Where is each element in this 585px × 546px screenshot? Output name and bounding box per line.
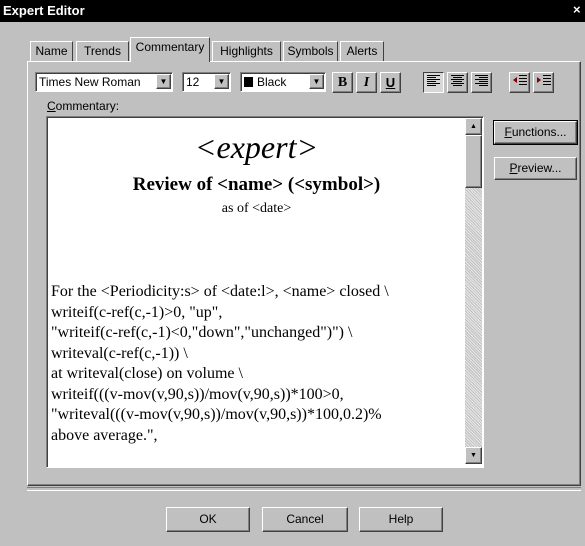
review-date: as of <date> bbox=[221, 201, 292, 216]
commentary-label: Commentary: bbox=[47, 99, 119, 113]
scroll-up-icon[interactable]: ▲ bbox=[465, 118, 482, 135]
body-line: "writeval(((v-mov(v,90,s))/mov(v,90,s))*… bbox=[51, 406, 382, 423]
vertical-scrollbar[interactable]: ▲ ▼ bbox=[465, 118, 482, 464]
italic-button[interactable]: I bbox=[356, 72, 377, 93]
help-button[interactable]: Help bbox=[359, 507, 443, 532]
functions-mnemonic: F bbox=[504, 125, 512, 139]
commentary-body: For the <Periodicity:s> of <date:l>, <na… bbox=[51, 282, 389, 446]
color-swatch bbox=[244, 77, 253, 87]
underline-button[interactable]: U bbox=[380, 72, 401, 93]
font-family-select[interactable]: Times New Roman ▼ bbox=[35, 72, 173, 92]
chevron-down-icon[interactable]: ▼ bbox=[156, 74, 171, 89]
outdent-icon[interactable] bbox=[509, 72, 530, 93]
body-line: writeif(((v-mov(v,90,s))/mov(v,90,s))*10… bbox=[51, 385, 344, 403]
font-color-value: Black bbox=[257, 75, 287, 89]
preview-rest: review... bbox=[517, 161, 562, 175]
footer-separator bbox=[27, 487, 581, 491]
tab-highlights[interactable]: Highlights bbox=[212, 41, 281, 61]
body-line: "writeif(c-ref(c,-1)<0,"down","unchanged… bbox=[51, 324, 353, 341]
tab-symbols[interactable]: Symbols bbox=[283, 41, 338, 61]
preview-mnemonic: P bbox=[509, 161, 518, 175]
window-title: Expert Editor bbox=[3, 3, 85, 18]
body-line: writeval(c-ref(c,-1)) \ bbox=[51, 344, 188, 362]
cancel-button[interactable]: Cancel bbox=[262, 507, 348, 532]
body-line: writeif(c-ref(c,-1)>0, "up", bbox=[51, 303, 223, 321]
tab-name[interactable]: Name bbox=[30, 41, 73, 61]
align-left-icon[interactable] bbox=[423, 72, 444, 93]
title-bar: Expert Editor × bbox=[0, 0, 585, 22]
functions-rest: unctions... bbox=[511, 125, 567, 139]
review-title: Review of <name> (<symbol>) bbox=[132, 174, 381, 195]
ok-button[interactable]: OK bbox=[166, 507, 250, 532]
body-line: above average.", bbox=[51, 426, 158, 444]
font-family-value: Times New Roman bbox=[39, 75, 141, 89]
tab-trends[interactable]: Trends bbox=[76, 41, 129, 61]
body-line: at writeval(close) on volume \ bbox=[51, 365, 243, 382]
indent-icon[interactable] bbox=[533, 72, 554, 93]
chevron-down-icon[interactable]: ▼ bbox=[214, 74, 229, 89]
font-size-select[interactable]: 12 ▼ bbox=[182, 72, 231, 92]
body-line: For the <Periodicity:s> of <date:l>, <na… bbox=[51, 283, 389, 300]
scroll-down-icon[interactable]: ▼ bbox=[465, 447, 482, 464]
functions-button[interactable]: Functions... bbox=[493, 120, 578, 145]
chevron-down-icon[interactable]: ▼ bbox=[309, 74, 324, 89]
scroll-thumb[interactable] bbox=[465, 135, 482, 188]
bold-button[interactable]: B bbox=[332, 72, 353, 93]
preview-button[interactable]: Preview... bbox=[494, 157, 577, 180]
align-center-icon[interactable] bbox=[447, 72, 468, 93]
commentary-editor[interactable]: <expert> Review of <name> (<symbol>) as … bbox=[46, 116, 484, 468]
close-icon[interactable]: × bbox=[573, 1, 585, 19]
expert-heading: <expert> bbox=[194, 129, 319, 165]
align-right-icon[interactable] bbox=[471, 72, 492, 93]
tab-alerts[interactable]: Alerts bbox=[340, 41, 384, 61]
commentary-label-text: ommentary: bbox=[55, 99, 120, 113]
tab-commentary[interactable]: Commentary bbox=[130, 37, 210, 62]
commentary-label-mnemonic: C bbox=[47, 99, 56, 113]
font-color-select[interactable]: Black ▼ bbox=[240, 72, 326, 92]
font-size-value: 12 bbox=[186, 75, 200, 89]
editor-content[interactable]: <expert> Review of <name> (<symbol>) as … bbox=[49, 119, 464, 465]
